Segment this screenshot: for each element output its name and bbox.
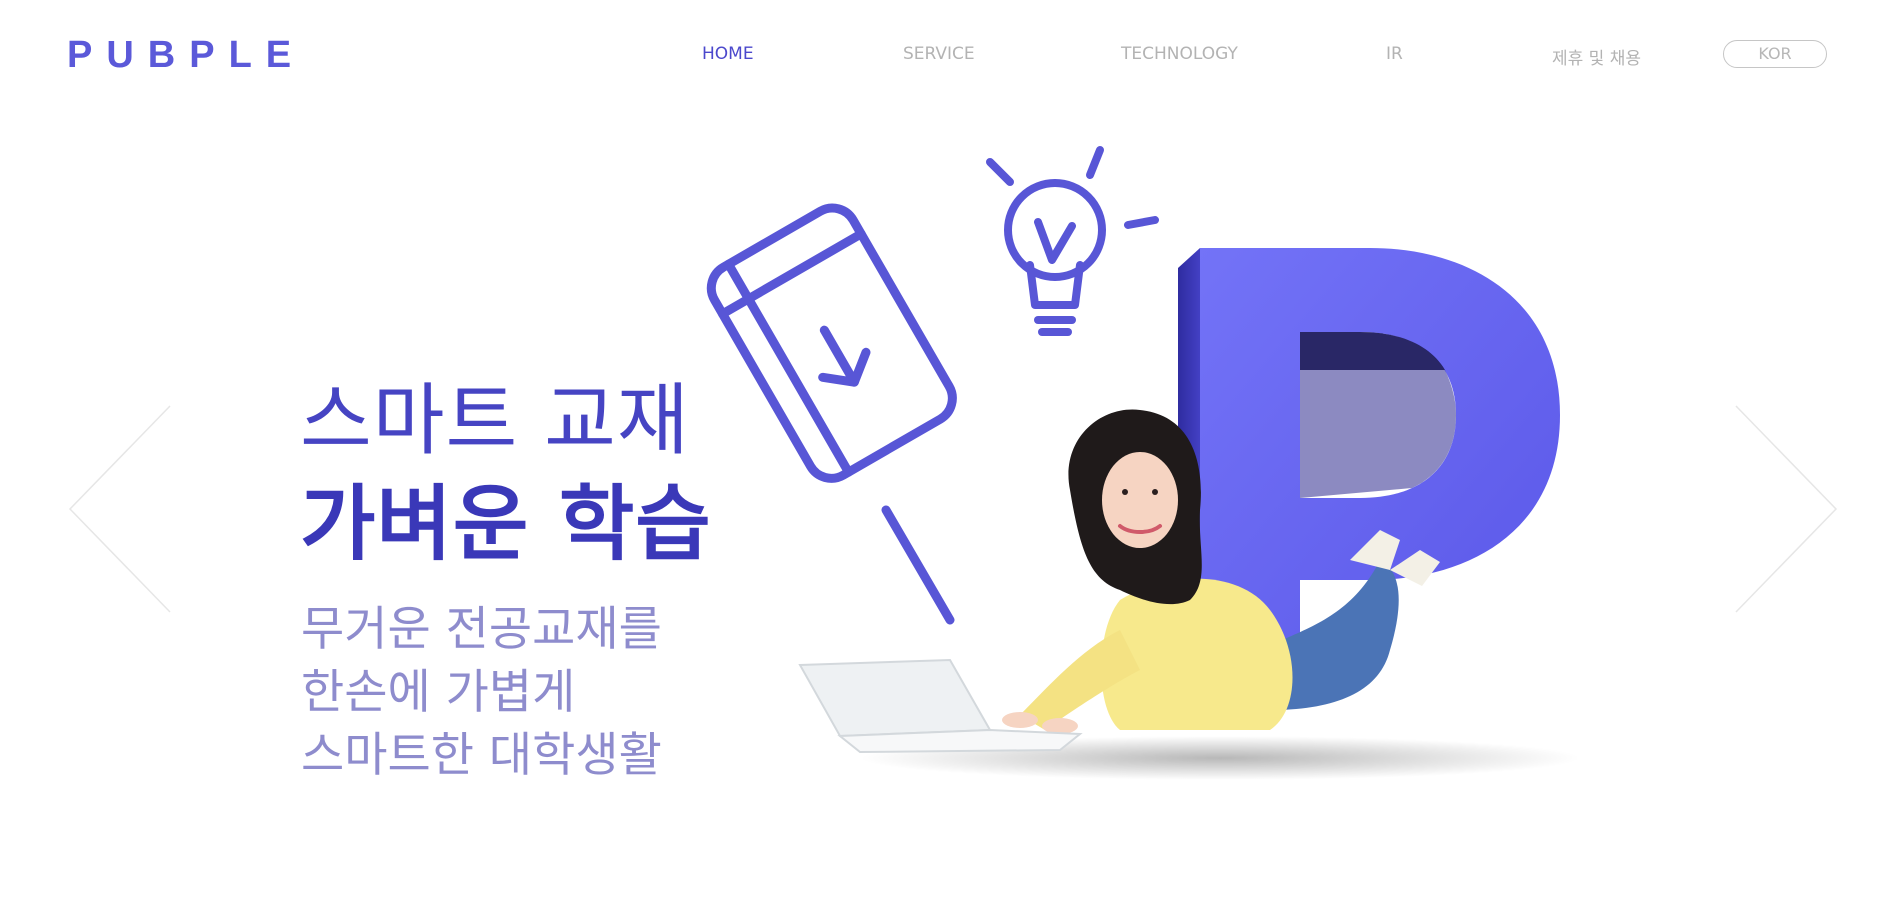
hero-title-line2: 가벼운 학습 [300, 477, 712, 572]
hero-description-line: 스마트한 대학생활 [301, 728, 662, 783]
book-download-icon [706, 203, 957, 625]
site-logo[interactable]: PUBPLE [67, 34, 305, 77]
hero-description: 무거운 전공교재를 한손에 가볍게 스마트한 대학생활 [301, 598, 662, 787]
hero-title-line1: 스마트 교재 [300, 376, 690, 466]
hero-illustration [706, 146, 1580, 780]
lightbulb-icon [986, 146, 1159, 336]
hero-description-line: 한손에 가볍게 [301, 665, 576, 720]
nav-service[interactable]: SERVICE [903, 44, 975, 64]
site-header: PUBPLE HOME SERVICE TECHNOLOGY IR 제휴 및 채… [0, 0, 1893, 110]
nav-home[interactable]: HOME [702, 44, 754, 64]
nav-technology[interactable]: TECHNOLOGY [1121, 44, 1238, 64]
hero-description-line: 무거운 전공교재를 [301, 602, 662, 657]
nav-partnership-recruit[interactable]: 제휴 및 채용 [1552, 44, 1641, 69]
language-selector[interactable]: KOR [1723, 40, 1827, 68]
nav-ir[interactable]: IR [1386, 44, 1403, 64]
chevron-right-icon[interactable] [1732, 404, 1842, 614]
chevron-left-icon[interactable] [66, 404, 176, 614]
